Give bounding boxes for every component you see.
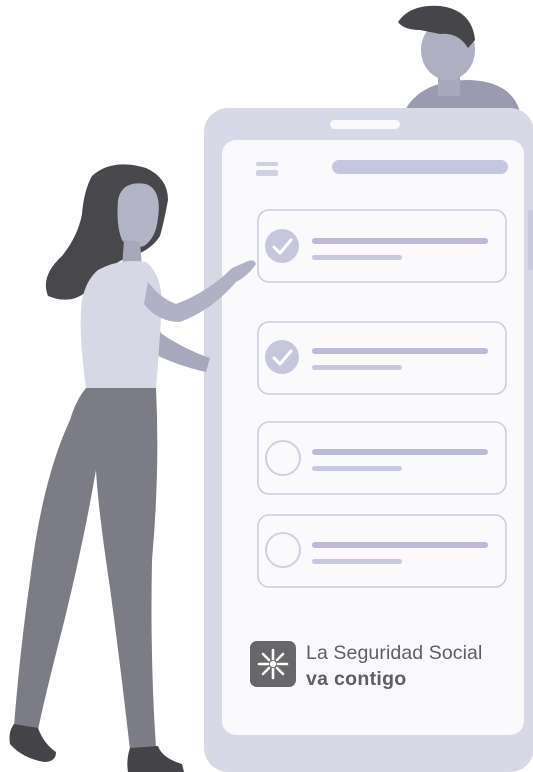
brand-line-2: va contigo bbox=[306, 668, 407, 690]
menu-icon-line-1 bbox=[256, 162, 278, 166]
card-title-line bbox=[312, 238, 488, 244]
check-circle-icon[interactable] bbox=[265, 229, 299, 263]
card-subtitle-line bbox=[312, 365, 402, 370]
phone-speaker bbox=[330, 120, 400, 129]
card-title-line bbox=[312, 542, 488, 548]
brand-line-1: La Seguridad Social bbox=[306, 642, 483, 664]
woman-left-shoe bbox=[9, 724, 56, 762]
header-bar bbox=[332, 160, 508, 174]
card-subtitle-line bbox=[312, 559, 402, 564]
card-subtitle-line bbox=[312, 466, 402, 471]
menu-icon-line-2 bbox=[256, 170, 278, 176]
illustration-stage: La Seguridad Social va contigo bbox=[0, 0, 533, 772]
seguridad-social-logo-icon bbox=[250, 641, 296, 687]
man-shoulders bbox=[404, 80, 520, 112]
card-title-line bbox=[312, 449, 488, 455]
check-circle-icon[interactable] bbox=[265, 340, 299, 374]
woman-torso bbox=[80, 261, 162, 388]
woman-right-shoe bbox=[127, 746, 184, 772]
card-subtitle-line bbox=[312, 255, 402, 260]
brand-text: La Seguridad Social va contigo bbox=[306, 641, 482, 692]
card-title-line bbox=[312, 348, 488, 354]
phone-side-button bbox=[528, 210, 533, 270]
man-figure bbox=[398, 5, 520, 112]
woman-legs bbox=[14, 388, 158, 750]
